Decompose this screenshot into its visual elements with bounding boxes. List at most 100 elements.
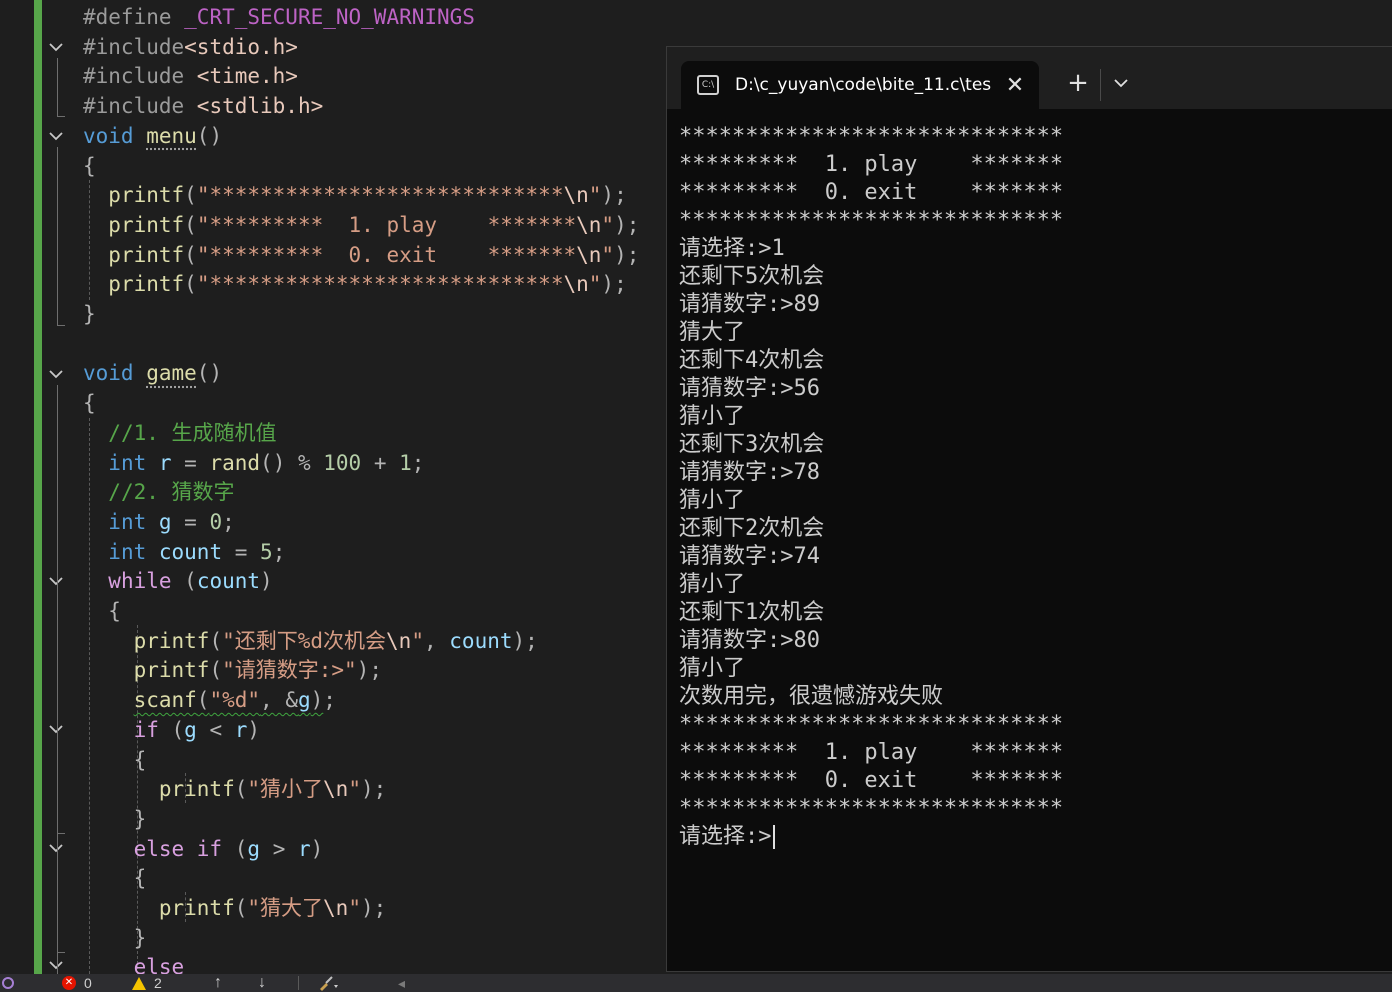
error-count[interactable]: ✕ 0	[62, 974, 92, 992]
code-token: (	[184, 212, 197, 237]
code-cleanup-brush-icon[interactable]	[318, 974, 340, 992]
code-line[interactable]: #include <stdlib.h>	[83, 91, 323, 121]
code-token: () %	[260, 450, 324, 475]
code-line[interactable]: printf("********* 1. play *******\n");	[83, 210, 639, 240]
fold-chevron-icon[interactable]	[47, 365, 65, 383]
fold-chevron-icon[interactable]	[47, 839, 65, 857]
fold-region-end	[57, 833, 65, 834]
code-line[interactable]: void game()	[83, 358, 222, 388]
fold-region-line	[57, 740, 58, 833]
code-line[interactable]: printf("请猜数字:>");	[83, 655, 382, 685]
code-token: }	[133, 925, 147, 950]
code-line[interactable]: printf("********* 0. exit *******\n");	[83, 240, 639, 270]
code-token: <time.h>	[196, 64, 298, 89]
code-token: ;	[323, 688, 336, 713]
terminal-line-text: 猜小了	[679, 572, 746, 597]
code-token: =	[171, 509, 210, 534]
code-token: +	[361, 450, 400, 475]
code-token: "	[588, 183, 602, 208]
terminal-output[interactable]: ***************************** ********* 1…	[679, 123, 1379, 851]
code-line[interactable]: #define _CRT_SECURE_NO_WARNINGS	[83, 2, 475, 32]
warning-count[interactable]: 2	[132, 974, 162, 992]
terminal-tab[interactable]: C:\ D:\c_yuyan\code\bite_11.c\tes ✕	[681, 61, 1039, 109]
code-line[interactable]: else if (g > r)	[83, 834, 324, 864]
code-line[interactable]: {	[83, 745, 147, 775]
code-token: "%d"	[209, 688, 261, 713]
code-line[interactable]: scanf("%d", &g);	[83, 685, 336, 715]
code-line[interactable]: if (g < r)	[83, 715, 261, 745]
terminal-window[interactable]: C:\ D:\c_yuyan\code\bite_11.c\tes ✕ + **…	[666, 46, 1392, 972]
code-line[interactable]: //2. 猜数字	[83, 477, 234, 507]
code-line[interactable]: }	[83, 923, 147, 953]
code-token: void	[83, 123, 147, 148]
fold-chevron-icon[interactable]	[47, 127, 65, 145]
code-line[interactable]: }	[83, 804, 147, 834]
code-line[interactable]: int count = 5;	[83, 537, 285, 567]
terminal-line: 请猜数字:>56	[679, 375, 1379, 403]
fold-region-line	[57, 859, 58, 952]
code-token: while	[108, 569, 185, 594]
terminal-line-text: 猜小了	[679, 488, 746, 513]
code-token: \n	[576, 242, 602, 267]
code-line[interactable]: {	[83, 863, 147, 893]
code-token: (	[184, 569, 197, 594]
previous-issue-arrow-icon[interactable]: ↑	[214, 974, 222, 992]
code-line[interactable]: printf("猜小了\n");	[83, 774, 386, 804]
fold-chevron-icon[interactable]	[47, 720, 65, 738]
terminal-line-text: ********* 0. exit *******	[679, 180, 1064, 205]
next-issue-arrow-icon[interactable]: ↓	[258, 974, 266, 992]
code-token: printf	[158, 896, 235, 920]
code-line[interactable]: int r = rand() % 100 + 1;	[83, 448, 424, 478]
code-token: #include	[83, 34, 185, 59]
code-line[interactable]: printf("猜大了\n");	[83, 893, 386, 923]
error-icon: ✕	[62, 976, 76, 990]
chevron-down-icon[interactable]	[1109, 71, 1133, 95]
code-line[interactable]: printf("****************************\n")…	[83, 269, 626, 299]
terminal-titlebar[interactable]: C:\ D:\c_yuyan\code\bite_11.c\tes ✕ +	[667, 47, 1392, 109]
code-line[interactable]: {	[83, 596, 121, 626]
code-line[interactable]: #include<stdio.h>	[83, 32, 298, 62]
fold-region-end	[57, 952, 65, 953]
terminal-line: ********* 1. play *******	[679, 739, 1379, 767]
code-line[interactable]: //1. 生成随机值	[83, 418, 276, 448]
live-share-icon[interactable]	[2, 974, 14, 992]
code-line[interactable]: #include <time.h>	[83, 61, 298, 91]
code-token: >	[260, 836, 298, 861]
terminal-line-text: 请选择:>	[679, 824, 772, 849]
code-line[interactable]: }	[83, 299, 96, 329]
code-line[interactable]: while (count)	[83, 566, 272, 596]
code-token: _CRT_SECURE_NO_WARNINGS	[184, 5, 475, 29]
new-tab-plus-icon[interactable]: +	[1063, 69, 1093, 99]
code-line[interactable]: printf("****************************\n")…	[83, 180, 626, 210]
code-token: "****************************	[196, 183, 564, 208]
code-line[interactable]: printf("还剩下%d次机会\n", count);	[83, 626, 538, 656]
fold-chevron-icon[interactable]	[47, 572, 65, 590]
fold-chevron-icon[interactable]	[47, 956, 65, 974]
code-line[interactable]	[83, 329, 96, 359]
status-bar: ✕ 0 2 ↑ ↓ ◂	[0, 974, 1392, 992]
terminal-line-text: 猜小了	[679, 656, 746, 681]
code-token: "还剩下%d次机会	[222, 628, 387, 653]
code-token: printf	[108, 212, 185, 237]
terminal-line: 请猜数字:>80	[679, 627, 1379, 655]
terminal-line: 猜小了	[679, 655, 1379, 683]
terminal-line-text: 请猜数字:>74	[679, 544, 820, 569]
code-line[interactable]: void menu()	[83, 121, 222, 151]
fold-chevron-icon[interactable]	[47, 38, 65, 56]
code-token: "	[601, 242, 615, 267]
scroll-left-arrow-icon[interactable]: ◂	[398, 974, 405, 992]
terminal-line: 还剩下4次机会	[679, 347, 1379, 375]
terminal-line-text: 还剩下3次机会	[679, 432, 825, 457]
code-line[interactable]: {	[83, 151, 96, 181]
close-icon[interactable]: ✕	[1003, 73, 1027, 98]
code-token: "	[348, 777, 361, 802]
code-token: }	[83, 302, 96, 326]
code-line[interactable]: int g = 0;	[83, 507, 234, 537]
code-line[interactable]: {	[83, 388, 96, 418]
